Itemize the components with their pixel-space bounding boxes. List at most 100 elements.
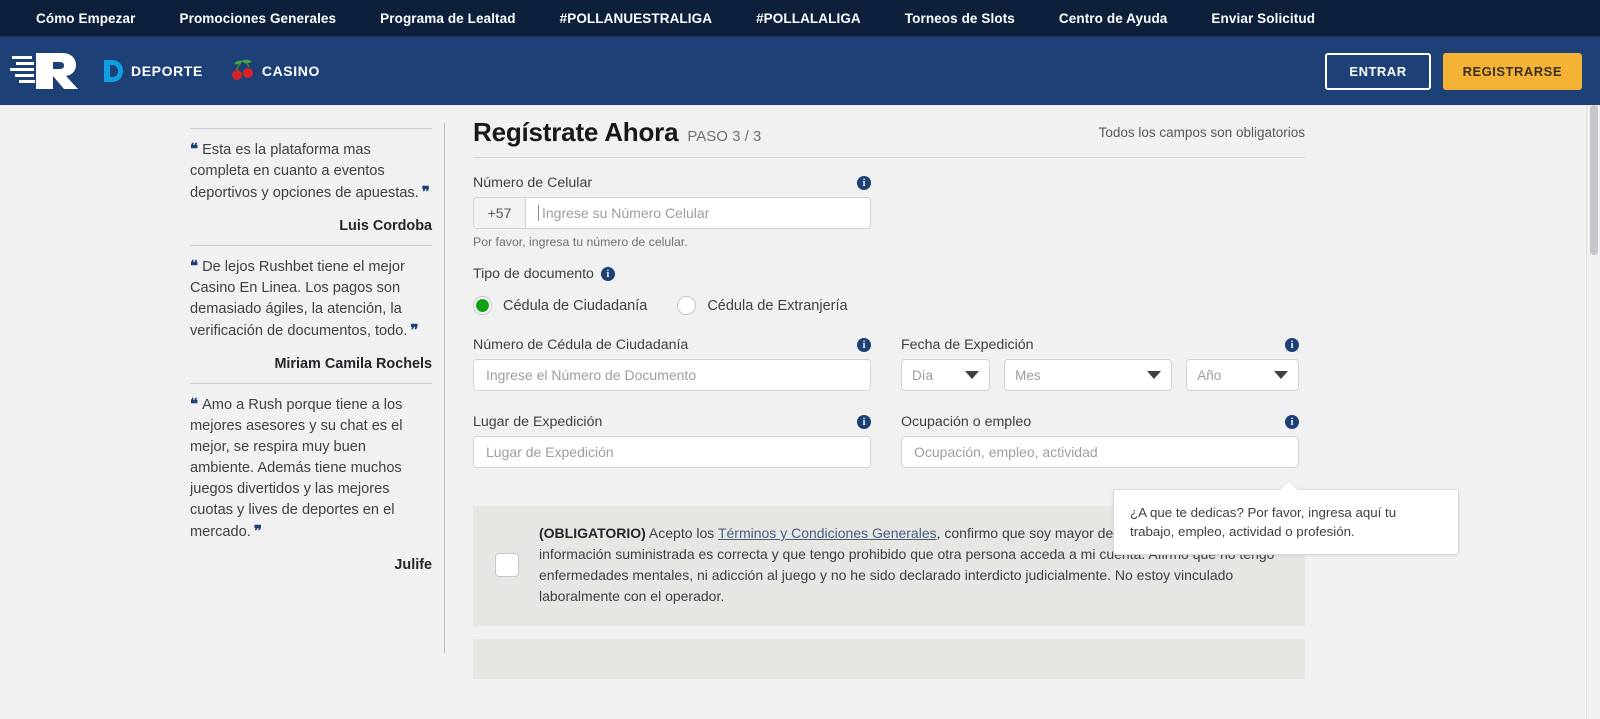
expedition-place-info-icon[interactable]: i: [857, 415, 871, 429]
doc-type-radio-group: Cédula de Ciudadanía Cédula de Extranjer…: [473, 296, 1305, 315]
testimonial-divider: [190, 245, 432, 246]
phone-input-placeholder: Ingrese su Número Celular: [542, 205, 710, 221]
testimonial-divider: [190, 128, 432, 129]
page-title: Regístrate Ahora: [473, 117, 679, 147]
chevron-down-icon: [965, 371, 980, 379]
phone-label: Número de Celular: [473, 175, 593, 191]
expedition-day-value: Día: [912, 367, 934, 383]
expedition-month-value: Mes: [1015, 367, 1041, 383]
testimonial-text: De lejos Rushbet tiene el mejor Casino E…: [190, 259, 408, 339]
deporte-icon: [102, 58, 124, 84]
doc-date-row: Número de Cédula de Ciudadanía i Ingrese…: [473, 337, 1305, 391]
doc-type-info-icon[interactable]: i: [600, 267, 615, 281]
terms-before-link: Acepto los: [645, 525, 718, 541]
topnav-item-enviar-solicitud[interactable]: Enviar Solicitud: [1189, 11, 1337, 26]
expedition-place-input[interactable]: Lugar de Expedición: [473, 436, 871, 468]
topnav-item-como-empezar[interactable]: Cómo Empezar: [14, 11, 157, 26]
testimonial-text: Amo a Rush porque tiene a los mejores as…: [190, 397, 403, 540]
registration-form: Regístrate Ahora PASO 3 / 3 Todos los ca…: [473, 117, 1459, 719]
occupation-info-icon[interactable]: i: [1285, 415, 1299, 429]
nav-casino[interactable]: CASINO: [229, 58, 320, 84]
phone-label-row: Número de Celular i: [473, 175, 871, 191]
terms-checkbox[interactable]: [495, 553, 519, 577]
expedition-day-select[interactable]: Día: [901, 359, 991, 391]
doc-number-label-row: Número de Cédula de Ciudadanía i: [473, 337, 871, 353]
nav-deporte[interactable]: DEPORTE: [102, 58, 203, 84]
terms-and-conditions-link[interactable]: Términos y Condiciones Generales: [718, 525, 937, 541]
chevron-down-icon: [1147, 371, 1162, 379]
cherry-icon: [229, 58, 255, 84]
topnav-item-promociones-generales[interactable]: Promociones Generales: [157, 11, 358, 26]
expedition-date-field: Fecha de Expedición i Día Mes Año: [901, 337, 1299, 391]
next-section-block: [473, 639, 1305, 679]
testimonial-item: ❝ Amo a Rush porque tiene a los mejores a…: [190, 372, 432, 573]
radio-dot: [476, 299, 489, 312]
occupation-label-row: Ocupación o empleo i: [901, 414, 1299, 430]
testimonial-author: Miriam Camila Rochels: [274, 356, 432, 372]
phone-info-icon[interactable]: i: [857, 176, 871, 190]
expedition-year-select[interactable]: Año: [1186, 359, 1299, 391]
testimonial-author: Luis Cordoba: [339, 218, 432, 234]
expedition-month-select[interactable]: Mes: [1004, 359, 1173, 391]
expedition-date-info-icon[interactable]: i: [1285, 338, 1299, 352]
quote-close-icon: ❞: [410, 322, 419, 339]
topnav-item-programa-de-lealtad[interactable]: Programa de Lealtad: [358, 11, 537, 26]
topnav-item-pollalaliga[interactable]: #POLLALALIGA: [734, 11, 883, 26]
testimonial-item: ❝ Esta es la plataforma mas completa en c…: [190, 117, 432, 234]
occupation-tooltip-text: ¿A que te dedicas? Por favor, ingresa aq…: [1130, 505, 1397, 539]
expedition-date-label: Fecha de Expedición: [901, 337, 1034, 353]
testimonials-column: ❝ Esta es la plataforma mas completa en c…: [190, 117, 436, 719]
page-scrollbar[interactable]: [1586, 105, 1600, 719]
occupation-placeholder: Ocupación, empleo, actividad: [914, 444, 1098, 460]
register-button[interactable]: REGISTRARSE: [1442, 52, 1582, 90]
quote-open-icon: ❝: [190, 141, 199, 158]
form-header: Regístrate Ahora PASO 3 / 3 Todos los ca…: [473, 117, 1305, 158]
scrollbar-thumb[interactable]: [1590, 105, 1598, 255]
occupation-input[interactable]: Ocupación, empleo, actividad: [901, 436, 1299, 468]
expedition-place-label-row: Lugar de Expedición i: [473, 414, 871, 430]
testimonial-text-wrapper: ❝ De lejos Rushbet tiene el mejor Casino …: [190, 256, 432, 342]
occupation-field: Ocupación o empleo i Ocupación, empleo, …: [901, 414, 1299, 468]
expedition-place-field: Lugar de Expedición i Lugar de Expedició…: [473, 414, 871, 468]
phone-field: +57 Ingrese su Número Celular: [473, 197, 871, 229]
top-utility-nav: Cómo Empezar Promociones Generales Progr…: [0, 0, 1600, 37]
doc-number-field: Número de Cédula de Ciudadanía i Ingrese…: [473, 337, 871, 391]
login-button[interactable]: ENTRAR: [1325, 52, 1431, 90]
expedition-place-placeholder: Lugar de Expedición: [486, 444, 614, 460]
quote-close-icon: ❞: [253, 523, 262, 540]
quote-open-icon: ❝: [190, 396, 199, 413]
required-fields-note: Todos los campos son obligatorios: [1098, 125, 1305, 140]
place-occupation-row: Lugar de Expedición i Lugar de Expedició…: [473, 414, 1305, 468]
tooltip-arrow: [1280, 481, 1298, 490]
step-indicator: PASO 3 / 3: [687, 128, 762, 145]
radio-cedula-extranjeria-label: Cédula de Extranjería: [707, 297, 848, 314]
phone-country-prefix: +57: [473, 197, 525, 229]
topnav-item-torneos-de-slots[interactable]: Torneos de Slots: [883, 11, 1037, 26]
nav-casino-label: CASINO: [261, 63, 320, 79]
doc-type-label-row: Tipo de documento i: [473, 266, 1305, 282]
topnav-item-centro-de-ayuda[interactable]: Centro de Ayuda: [1037, 11, 1190, 26]
radio-cedula-ciudadania[interactable]: Cédula de Ciudadanía: [473, 296, 647, 315]
occupation-tooltip: ¿A que te dedicas? Por favor, ingresa aq…: [1113, 480, 1459, 555]
testimonial-author: Julife: [394, 557, 432, 573]
doc-number-input[interactable]: Ingrese el Número de Documento: [473, 359, 871, 391]
doc-number-info-icon[interactable]: i: [857, 338, 871, 352]
rushbet-logo-icon: [10, 53, 78, 89]
site-header: DEPORTE CASINO ENTRAR REGISTRARSE: [0, 37, 1600, 105]
doc-number-label: Número de Cédula de Ciudadanía: [473, 337, 689, 353]
radio-cedula-extranjeria[interactable]: Cédula de Extranjería: [677, 296, 848, 315]
radio-cedula-extranjeria-control[interactable]: [677, 296, 697, 315]
radio-cedula-ciudadania-label: Cédula de Ciudadanía: [503, 297, 648, 314]
topnav-item-pollanuestraliga[interactable]: #POLLANUESTRALIGA: [538, 11, 734, 26]
column-divider: [444, 123, 445, 653]
testimonial-item: ❝ De lejos Rushbet tiene el mejor Casino …: [190, 234, 432, 372]
testimonial-divider: [190, 383, 432, 384]
phone-helper-text: Por favor, ingresa tu número de celular.: [473, 235, 688, 249]
radio-cedula-ciudadania-control[interactable]: [473, 296, 492, 315]
terms-mandatory-label: (OBLIGATORIO): [539, 525, 646, 541]
expedition-place-label: Lugar de Expedición: [473, 414, 603, 430]
expedition-date-label-row: Fecha de Expedición i: [901, 337, 1299, 353]
phone-input[interactable]: Ingrese su Número Celular: [525, 197, 871, 229]
rushbet-logo[interactable]: [10, 48, 84, 94]
nav-deporte-label: DEPORTE: [131, 63, 203, 79]
